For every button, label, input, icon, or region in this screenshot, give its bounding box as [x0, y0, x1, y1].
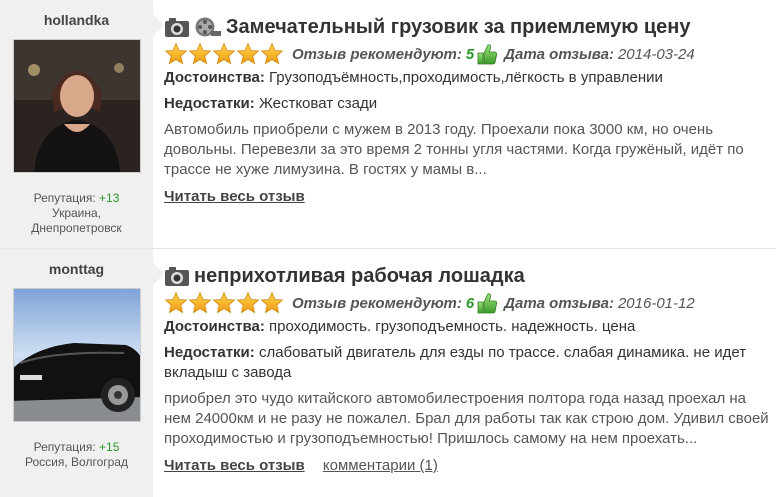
pros-line: Достоинства: Грузоподъёмность,проходимос… [164, 68, 770, 88]
cons-text: Жестковат сзади [258, 95, 378, 112]
star-icon [164, 291, 188, 314]
star-icon [164, 42, 188, 65]
review-date: 2016-01-12 [617, 294, 695, 312]
reputation: Репутация: +15 [0, 440, 153, 455]
avatar[interactable] [12, 288, 141, 422]
review-excerpt: Автомобиль приобрели с мужем в 2013 году… [164, 121, 744, 178]
star-icon [260, 42, 284, 65]
recommend-count: 5 [465, 45, 475, 63]
review-content: Замечательный грузовик за приемлемую цен… [164, 0, 770, 206]
reputation-value: +13 [99, 191, 120, 205]
read-full-review-link[interactable]: Читать весь отзыв [164, 188, 305, 205]
cons-line: Недостатки: слабоватый двигатель для езд… [164, 343, 770, 383]
cons-label: Недостатки: [164, 95, 255, 112]
review-meta: Отзыв рекомендуют: 5 Дата отзыва: 2014-0… [164, 42, 770, 66]
star-icon [188, 291, 212, 314]
cons-line: Недостатки: Жестковат сзади [164, 94, 770, 114]
reputation-label: Репутация: [33, 440, 96, 454]
star-icon [260, 291, 284, 314]
review-content: неприхотливая рабочая лошадка Отзыв реко… [164, 249, 770, 475]
rating-stars [164, 42, 284, 66]
film-reel-icon [195, 17, 221, 37]
review-card: monttag Репутация: +15 Россия, Волгоград [0, 248, 776, 497]
star-icon [212, 42, 236, 65]
author-sidebar: hollandka Репутация: +13 Украина, Днепро… [0, 0, 164, 248]
review-title[interactable]: Замечательный грузовик за приемлемую цен… [226, 16, 691, 39]
review-title-row: неприхотливая рабочая лошадка [164, 261, 770, 291]
thumbs-up-icon[interactable] [476, 42, 498, 66]
thumbs-up-icon[interactable] [476, 291, 498, 315]
location-line: Украина, [51, 206, 102, 220]
pros-label: Достоинства: [164, 69, 265, 86]
review-links: Читать весь отзыв [164, 188, 770, 205]
reputation-label: Репутация: [33, 191, 96, 205]
avatar[interactable] [12, 39, 141, 173]
comments-link[interactable]: комментарии (1) [323, 457, 438, 474]
star-icon [212, 291, 236, 314]
review-title[interactable]: неприхотливая рабочая лошадка [194, 265, 525, 288]
author-username[interactable]: monttag [0, 261, 153, 283]
rating-stars [164, 291, 284, 315]
reputation-value: +15 [99, 440, 120, 454]
recommend-label: Отзыв рекомендуют: [292, 45, 462, 63]
date-label: Дата отзыва: [504, 45, 614, 63]
location-line: Днепропетровск [31, 221, 122, 235]
date-label: Дата отзыва: [504, 294, 614, 312]
cons-label: Недостатки: [164, 344, 255, 361]
review-card: hollandka Репутация: +13 Украина, Днепро… [0, 0, 776, 248]
review-date: 2014-03-24 [617, 45, 695, 63]
author-sidebar: monttag Репутация: +15 Россия, Волгоград [0, 249, 164, 497]
camera-icon [165, 18, 189, 37]
star-icon [236, 42, 260, 65]
author-username[interactable]: hollandka [0, 12, 153, 34]
review-meta: Отзыв рекомендуют: 6 Дата отзыва: 2016-0… [164, 291, 770, 315]
review-links: Читать весь отзыв комментарии (1) [164, 457, 770, 474]
review-excerpt: приобрел это чудо китайского автомобилес… [164, 390, 769, 447]
pros-line: Достоинства: проходимость. грузоподъемно… [164, 317, 770, 337]
pros-text: Грузоподъёмность,проходимость,лёгкость в… [269, 69, 663, 86]
camera-icon [165, 267, 189, 286]
location-line: Россия, Волгоград [25, 455, 128, 469]
reputation: Репутация: +13 [0, 191, 153, 206]
star-icon [236, 291, 260, 314]
pros-label: Достоинства: [164, 318, 265, 335]
recommend-count: 6 [465, 294, 475, 312]
recommend-label: Отзыв рекомендуют: [292, 294, 462, 312]
review-title-row: Замечательный грузовик за приемлемую цен… [164, 12, 770, 42]
pros-text: проходимость. грузоподъемность. надежнос… [269, 318, 636, 335]
read-full-review-link[interactable]: Читать весь отзыв [164, 457, 305, 474]
star-icon [188, 42, 212, 65]
